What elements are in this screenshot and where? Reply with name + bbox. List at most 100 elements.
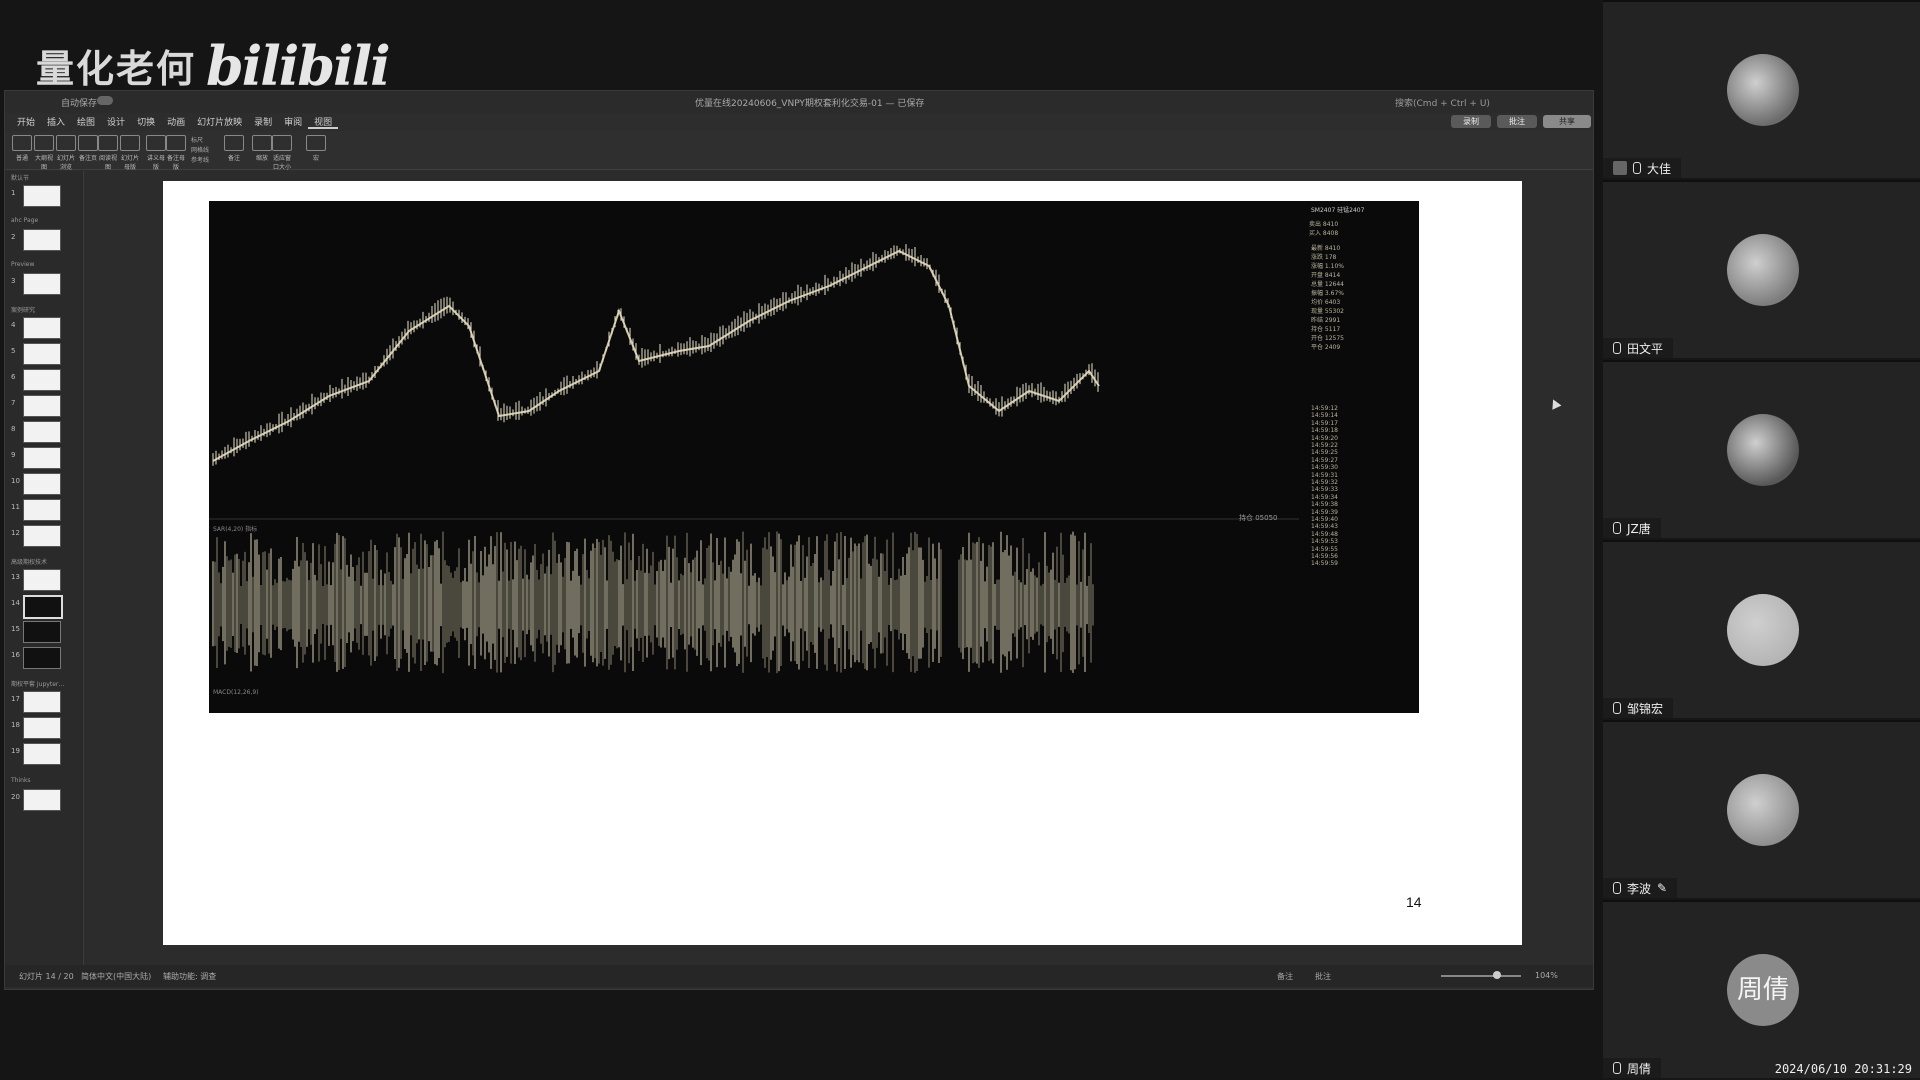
slide-thumbnail[interactable] [23,569,61,591]
tick-row: 14:59:53 [1311,538,1338,546]
comments-button[interactable]: 批注 [1315,971,1331,982]
search-input[interactable]: 搜索(Cmd + Ctrl + U) [1395,96,1490,109]
slide-thumbnail[interactable] [23,369,61,391]
ribbon-button[interactable]: 备注 [223,135,245,162]
view-icon [224,135,244,151]
quote-panel: SM2407 硅锰2407 卖出 8410 买入 8408 最新 8410 涨跌 … [1299,201,1419,713]
ribbon-button[interactable]: 幻灯片母版 [119,135,141,171]
thumbnail-section-header[interactable]: 默认节 [11,173,29,182]
ribbon-tab[interactable]: 审阅 [278,115,308,129]
macd-label: MACD(12,26,9) [213,689,259,696]
thumbnail-section-header[interactable]: Thinks [11,777,31,784]
participant-tile[interactable]: 邹锦宏 [1603,540,1920,718]
ribbon-button[interactable]: 备注母版 [165,135,187,171]
slide-thumbnail[interactable] [23,691,61,713]
volume-label: 持仓 05050 [1239,514,1278,522]
slide-thumbnail[interactable] [23,525,61,547]
ribbon-tab[interactable]: 开始 [11,115,41,129]
participant-tile[interactable]: 大佳 [1603,0,1920,178]
watermark: 量化老何 bilibili [36,38,391,93]
thumbnail-section-header[interactable]: ahc Page [11,217,38,224]
thumbnail-section-header[interactable]: 高级期权技术 [11,557,47,566]
microphone-icon [1613,882,1621,894]
slide-thumbnail[interactable] [23,229,61,251]
view-icon [146,135,166,151]
participant-name: 大佳 [1647,161,1672,176]
ribbon-button[interactable]: 适应窗口大小 [271,135,293,171]
thumbnail-section-header[interactable]: 案例研究 [11,305,35,314]
zoom-slider-handle[interactable] [1493,971,1501,979]
thumbnail-number: 4 [11,321,16,329]
participant-tile[interactable]: 周倩 周倩 [1603,900,1920,1078]
thumbnail-section-header[interactable]: Preview [11,261,34,268]
ribbon-button-label: 备注母版 [166,155,185,171]
ribbon-tab[interactable]: 录制 [248,115,278,129]
ribbon-button-label: 缩放 [255,155,268,162]
comment-button[interactable]: 批注 [1497,115,1537,128]
indicator-label: SAR(4,20) 指标 [213,526,258,533]
ribbon-button[interactable]: 讲义母版 [145,135,167,171]
microphone-icon [1633,162,1641,174]
view-checkbox[interactable]: 参考线 [191,155,209,164]
slide-thumbnail[interactable] [23,743,61,765]
ribbon-button[interactable]: 备注页 [77,135,99,162]
slide-thumbnail[interactable] [23,421,61,443]
slide-thumbnail[interactable] [23,595,63,619]
share-button[interactable]: 共享 [1543,115,1591,128]
participant-tile[interactable]: JZ唐 [1603,360,1920,538]
language-indicator[interactable]: 简体中文(中国大陆) [81,971,151,982]
zoom-slider[interactable] [1441,975,1521,977]
ribbon-button[interactable]: 幻灯片浏览 [55,135,77,171]
tick-row: 14:59:31 [1311,471,1338,479]
title-bar: 自动保存 优量在线20240606_VNPY期权套利化交易-01 — 已保存 搜… [5,91,1593,113]
watermark-text: 量化老何 [36,47,197,91]
slide-counter: 幻灯片 14 / 20 [19,972,74,981]
slide-thumbnail[interactable] [23,317,61,339]
ribbon-button[interactable]: 大纲视图 [33,135,55,171]
quote-stat-row: 平仓 2409 [1311,344,1341,351]
participant-name-bar: 李波 ✎ [1603,878,1678,898]
view-icon [252,135,272,151]
participant-name-bar: 大佳 [1603,158,1682,178]
ribbon-tab[interactable]: 视图 [308,115,339,129]
slide-thumbnail[interactable] [23,717,61,739]
accessibility-indicator[interactable]: 辅助功能: 调查 [163,971,216,982]
participant-name-bar: 田文平 [1603,338,1674,358]
participant-tile[interactable]: 李波 ✎ [1603,720,1920,898]
ribbon-tab[interactable]: 插入 [41,115,71,129]
ribbon-button[interactable]: 缩放 [251,135,273,162]
view-icon [98,135,118,151]
slide-thumbnail[interactable] [23,273,61,295]
slide-thumbnail[interactable] [23,395,61,417]
ribbon-tab[interactable]: 切换 [131,115,161,129]
slide-thumbnail[interactable] [23,621,61,643]
avatar [1727,234,1799,306]
ribbon-button[interactable]: 宏 [305,135,327,162]
view-checkbox[interactable]: 标尺 [191,135,203,144]
slide-thumbnail[interactable] [23,647,61,669]
slide-thumbnail[interactable] [23,499,61,521]
avatar [1727,774,1799,846]
tick-row: 14:59:59 [1311,560,1338,568]
ribbon-tab[interactable]: 设计 [101,115,131,129]
slide-thumbnail[interactable] [23,447,61,469]
ribbon-tab[interactable]: 幻灯片放映 [191,115,248,129]
view-checkbox[interactable]: 网格线 [191,145,209,154]
tick-row: 14:59:48 [1311,530,1338,538]
slide-thumbnail[interactable] [23,185,61,207]
ribbon-button[interactable]: 普通 [11,135,33,162]
slide-thumbnail[interactable] [23,343,61,365]
record-button[interactable]: 录制 [1451,115,1491,128]
ribbon-tab[interactable]: 动画 [161,115,191,129]
thumbnail-number: 5 [11,347,16,355]
slide-thumbnail[interactable] [23,473,61,495]
notes-button[interactable]: 备注 [1277,971,1293,982]
thumbnail-section-header[interactable]: 期权平套 Jupyter… [11,679,64,688]
microphone-icon [1613,702,1621,714]
autosave-toggle[interactable] [97,96,113,105]
zoom-level[interactable]: 104% [1535,971,1558,980]
ribbon-tab[interactable]: 绘图 [71,115,101,129]
slide-thumbnail[interactable] [23,789,61,811]
participant-tile[interactable]: 田文平 [1603,180,1920,358]
ribbon-button[interactable]: 阅读视图 [97,135,119,171]
